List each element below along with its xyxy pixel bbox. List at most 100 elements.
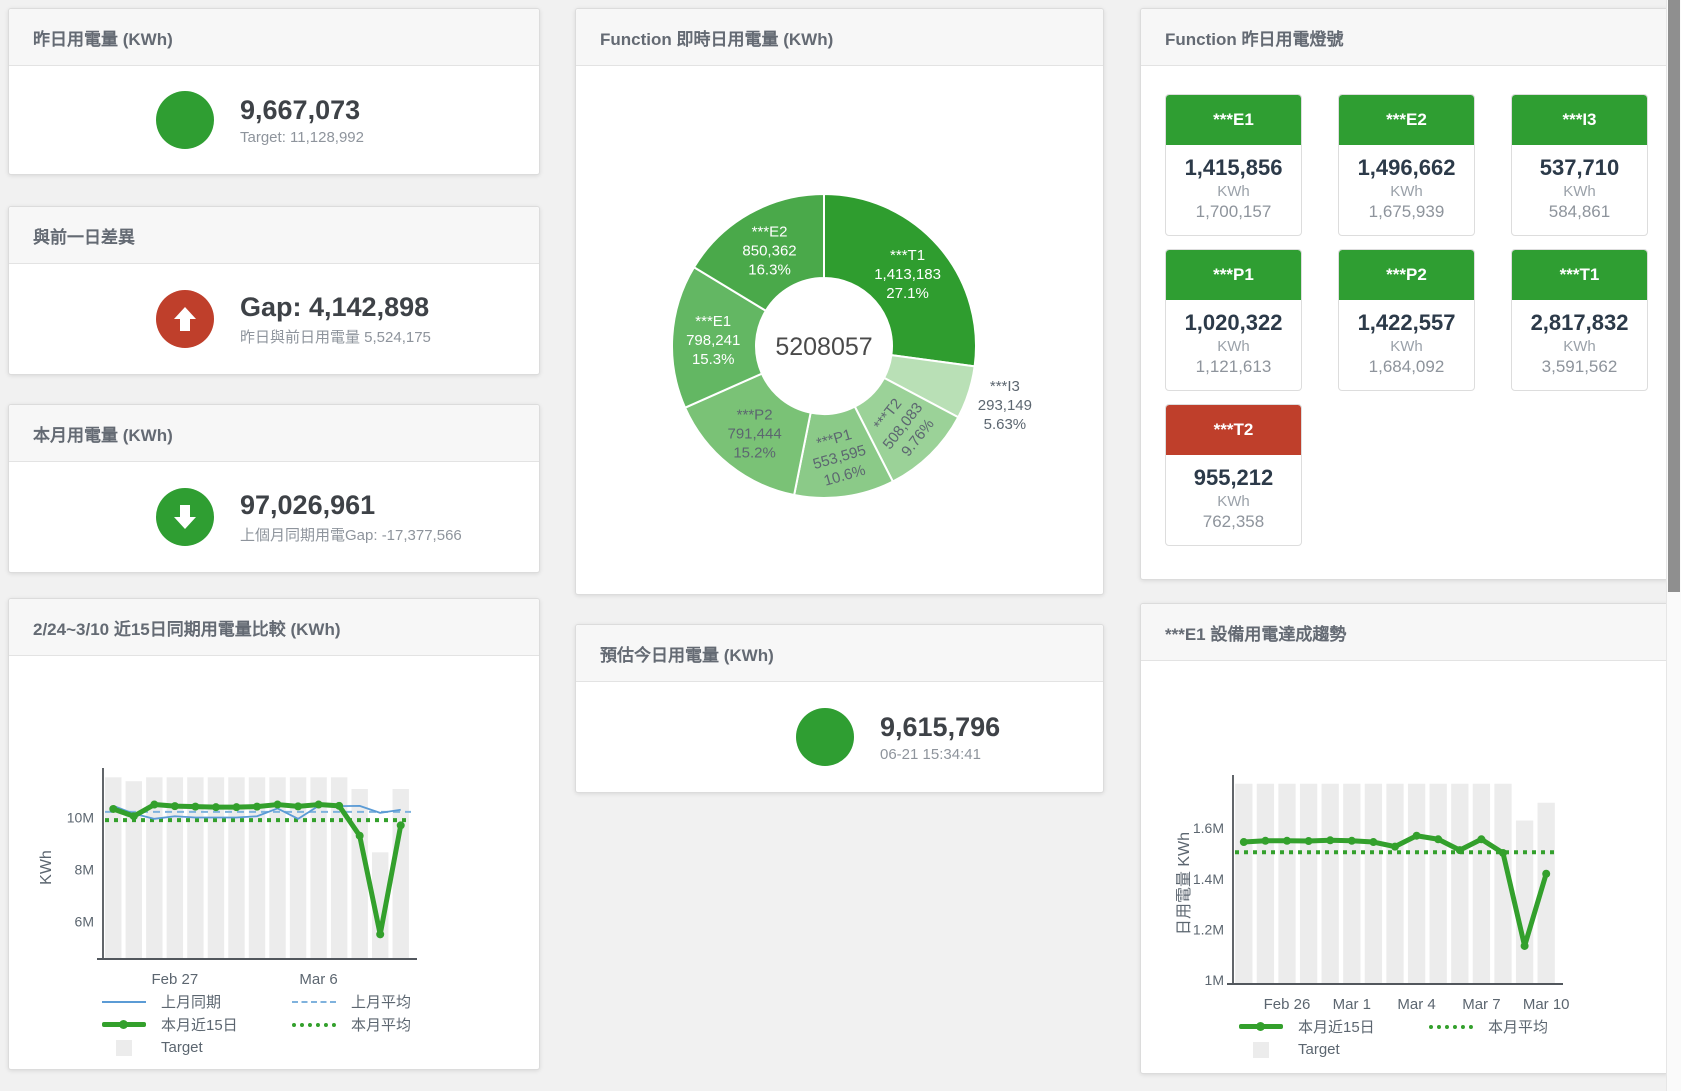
svg-text:***I3293,1495.63%: ***I3293,1495.63%	[978, 378, 1032, 433]
blue-dash-sample	[292, 1001, 336, 1003]
tile-label: ***I3	[1512, 95, 1647, 145]
panel-yesterday-usage: 昨日用電量 (KWh) 9,667,073 Target: 11,128,992	[8, 8, 540, 175]
svg-text:日用電量 KWh: 日用電量 KWh	[1176, 832, 1193, 935]
month-usage-gap: 上個月同期用電Gap: -17,377,566	[240, 524, 462, 545]
e1-trend-chart[interactable]: 1M 1.2M 1.4M 1.6M日用電量 KWh Feb 26 Mar 1 Mar 4 Ma…	[1141, 661, 1666, 1013]
light-tile-e2: ***E2 1,496,662 KWh 1,675,939	[1338, 94, 1475, 236]
legend-this-month-avg[interactable]: 本月平均	[289, 1014, 479, 1035]
tile-label: ***P2	[1339, 250, 1474, 300]
tile-unit: KWh	[1512, 183, 1647, 200]
target-box-sample	[116, 1040, 132, 1056]
blue-line-sample	[102, 1001, 146, 1003]
yesterday-usage-value: 9,667,073	[240, 94, 364, 126]
status-circle-green-icon	[796, 708, 854, 766]
panel-title: 本月用電量 (KWh)	[9, 405, 539, 462]
arrow-down-icon	[156, 488, 214, 546]
tile-label: ***E2	[1339, 95, 1474, 145]
panel-title: ***E1 設備用電達成趨勢	[1141, 604, 1668, 661]
svg-text:Mar 6: Mar 6	[299, 971, 337, 988]
estimate-today-value: 9,615,796	[880, 711, 1000, 743]
tile-target: 1,675,939	[1339, 202, 1474, 222]
panel-e1-trend: ***E1 設備用電達成趨勢 1M 1.2M 1.4M 1.6M日用電量 KWh Feb…	[1140, 603, 1669, 1074]
tile-value: 2,817,832	[1512, 310, 1647, 336]
svg-text:1.6M: 1.6M	[1193, 820, 1224, 836]
svg-text:Mar 4: Mar 4	[1397, 996, 1435, 1013]
tile-label: ***P1	[1166, 250, 1301, 300]
legend-target[interactable]: Target	[1236, 1041, 1426, 1058]
month-usage-value: 97,026,961	[240, 489, 462, 521]
tile-target: 1,684,092	[1339, 357, 1474, 377]
tile-value: 955,212	[1166, 465, 1301, 491]
green-dot-sample	[292, 1023, 336, 1027]
tile-target: 3,591,562	[1512, 357, 1647, 377]
panel-realtime-donut: Function 即時日用電量 (KWh) ***T11,413,18327.1…	[575, 8, 1104, 595]
lights-grid: ***E1 1,415,856 KWh 1,700,157 ***E2 1,49…	[1141, 66, 1668, 546]
light-tile-i3: ***I3 537,710 KWh 584,861	[1511, 94, 1648, 236]
tile-unit: KWh	[1339, 183, 1474, 200]
tile-label: ***T1	[1512, 250, 1647, 300]
svg-text:Mar 10: Mar 10	[1523, 996, 1570, 1013]
tile-unit: KWh	[1166, 338, 1301, 355]
svg-text:1.2M: 1.2M	[1193, 922, 1224, 938]
svg-text:1.4M: 1.4M	[1193, 871, 1224, 887]
panel-title: Function 昨日用電燈號	[1141, 9, 1668, 66]
green-dot-sample	[1429, 1025, 1473, 1029]
panel-compare-15days: 2/24~3/10 近15日同期用電量比較 (KWh) 6M8M10MKWhFe…	[8, 598, 540, 1070]
yesterday-usage-target: Target: 11,128,992	[240, 129, 364, 146]
tile-target: 1,121,613	[1166, 357, 1301, 377]
arrow-up-icon	[156, 290, 214, 348]
panel-title: 與前一日差異	[9, 207, 539, 264]
tile-value: 537,710	[1512, 155, 1647, 181]
panel-month-usage: 本月用電量 (KWh) 97,026,961 上個月同期用電Gap: -17,3…	[8, 404, 540, 573]
gap-subtitle: 昨日與前日用電量 5,524,175	[240, 326, 431, 347]
tile-unit: KWh	[1339, 338, 1474, 355]
svg-text:Feb 26: Feb 26	[1264, 996, 1311, 1013]
legend-last-month-avg[interactable]: 上月平均	[289, 991, 479, 1012]
tile-value: 1,496,662	[1339, 155, 1474, 181]
legend-last-month-same[interactable]: 上月同期	[99, 991, 289, 1012]
light-tile-e1: ***E1 1,415,856 KWh 1,700,157	[1165, 94, 1302, 236]
svg-text:5208057: 5208057	[775, 333, 872, 361]
svg-text:6M: 6M	[75, 913, 94, 929]
panel-title: 預估今日用電量 (KWh)	[576, 625, 1103, 682]
legend-this-month-15d[interactable]: 本月近15日	[99, 1014, 289, 1035]
tile-value: 1,020,322	[1166, 310, 1301, 336]
scrollbar-thumb[interactable]	[1668, 0, 1680, 592]
target-box-sample	[1253, 1042, 1269, 1058]
light-tile-t2: ***T2 955,212 KWh 762,358	[1165, 404, 1302, 546]
panel-title: 2/24~3/10 近15日同期用電量比較 (KWh)	[9, 599, 539, 656]
tile-target: 584,861	[1512, 202, 1647, 222]
status-circle-green-icon	[156, 91, 214, 149]
panel-yesterday-lights: Function 昨日用電燈號 ***E1 1,415,856 KWh 1,70…	[1140, 8, 1669, 580]
svg-text:Mar 1: Mar 1	[1333, 996, 1371, 1013]
tile-label: ***E1	[1166, 95, 1301, 145]
vertical-scrollbar[interactable]	[1666, 0, 1681, 1091]
tile-target: 762,358	[1166, 512, 1301, 532]
svg-text:Mar 7: Mar 7	[1462, 996, 1500, 1013]
tile-unit: KWh	[1166, 493, 1301, 510]
panel-diff-prev-day: 與前一日差異 Gap: 4,142,898 昨日與前日用電量 5,524,175	[8, 206, 540, 375]
legend-this-month-avg[interactable]: 本月平均	[1426, 1016, 1616, 1037]
svg-text:Feb 27: Feb 27	[152, 971, 199, 988]
tile-value: 1,422,557	[1339, 310, 1474, 336]
light-tile-t1: ***T1 2,817,832 KWh 3,591,562	[1511, 249, 1648, 391]
estimate-timestamp: 06-21 15:34:41	[880, 746, 1000, 763]
panel-title: Function 即時日用電量 (KWh)	[576, 9, 1103, 66]
legend-target[interactable]: Target	[99, 1039, 289, 1056]
tile-label: ***T2	[1166, 405, 1301, 455]
compare-15days-chart[interactable]: 6M8M10MKWhFeb 27Mar 6	[9, 656, 537, 988]
realtime-usage-donut-chart[interactable]: ***T11,413,18327.1%***I3293,1495.63%***T…	[576, 66, 1101, 592]
light-tile-p2: ***P2 1,422,557 KWh 1,684,092	[1338, 249, 1475, 391]
svg-text:1M: 1M	[1205, 972, 1224, 988]
svg-text:KWh: KWh	[38, 850, 55, 885]
tile-unit: KWh	[1166, 183, 1301, 200]
gap-value: Gap: 4,142,898	[240, 291, 431, 323]
svg-text:10M: 10M	[67, 810, 94, 826]
green-line-sample	[102, 1022, 146, 1027]
light-tile-p1: ***P1 1,020,322 KWh 1,121,613	[1165, 249, 1302, 391]
tile-value: 1,415,856	[1166, 155, 1301, 181]
panel-title: 昨日用電量 (KWh)	[9, 9, 539, 66]
legend-this-month-15d[interactable]: 本月近15日	[1236, 1016, 1426, 1037]
green-line-sample	[1239, 1024, 1283, 1029]
tile-unit: KWh	[1512, 338, 1647, 355]
